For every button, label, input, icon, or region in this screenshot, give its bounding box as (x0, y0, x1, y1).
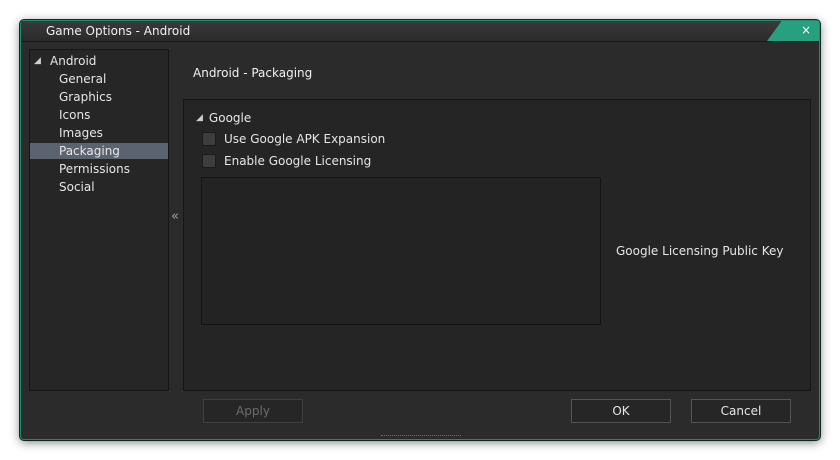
tree-item-packaging[interactable]: Packaging (30, 143, 168, 159)
options-tree: ◢ Android General Graphics Icons Images … (29, 49, 169, 391)
apk-expansion-checkbox[interactable] (202, 132, 216, 146)
group-label: Google (208, 111, 252, 125)
resize-grip[interactable] (381, 435, 461, 438)
public-key-label: Google Licensing Public Key (616, 244, 784, 258)
apply-button[interactable]: Apply (203, 399, 303, 423)
packaging-panel: ◢ Google Use Google APK Expansion Enable… (183, 99, 811, 391)
ok-button[interactable]: OK (571, 399, 671, 423)
expand-triangle-icon[interactable]: ◢ (196, 113, 203, 123)
window-title: Game Options - Android (46, 24, 191, 38)
option-label: Use Google APK Expansion (224, 132, 386, 146)
option-use-apk-expansion[interactable]: Use Google APK Expansion (202, 131, 385, 147)
tree-item-social[interactable]: Social (30, 179, 168, 195)
public-key-textarea[interactable] (201, 177, 601, 325)
tree-item-graphics[interactable]: Graphics (30, 89, 168, 105)
option-enable-licensing[interactable]: Enable Google Licensing (202, 153, 371, 169)
close-icon[interactable]: × (799, 23, 813, 37)
licensing-checkbox[interactable] (202, 154, 216, 168)
cancel-button[interactable]: Cancel (691, 399, 791, 423)
tree-root-label: Android (50, 54, 97, 68)
group-header-google[interactable]: ◢ Google (196, 110, 251, 126)
tree-item-images[interactable]: Images (30, 125, 168, 141)
game-options-window: Game Options - Android × ◢ Android Gener… (20, 20, 820, 440)
collapse-panel-icon[interactable]: « (171, 209, 179, 224)
tree-item-icons[interactable]: Icons (30, 107, 168, 123)
page-title: Android - Packaging (193, 66, 313, 80)
tree-root-android[interactable]: ◢ Android (34, 53, 96, 69)
tree-item-general[interactable]: General (30, 71, 168, 87)
tree-item-permissions[interactable]: Permissions (30, 161, 168, 177)
option-label: Enable Google Licensing (224, 154, 372, 168)
expand-triangle-icon[interactable]: ◢ (34, 53, 44, 69)
title-bar[interactable]: Game Options - Android × (21, 21, 819, 42)
